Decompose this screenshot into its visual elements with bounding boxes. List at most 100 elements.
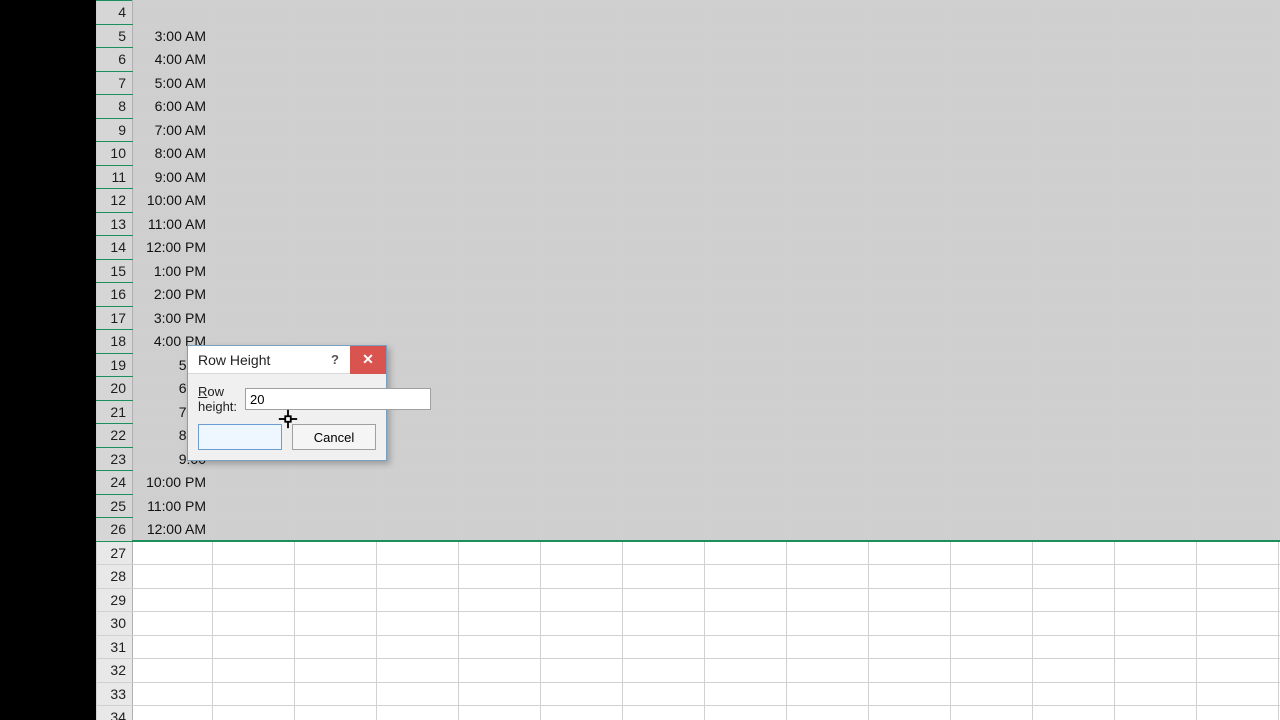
cell[interactable] (705, 95, 787, 119)
row-header[interactable]: 23 (97, 447, 133, 471)
cell[interactable] (377, 142, 459, 166)
cell[interactable] (869, 494, 951, 518)
cell[interactable] (459, 494, 541, 518)
cell[interactable] (951, 236, 1033, 260)
cell[interactable] (1197, 565, 1279, 589)
cell[interactable] (541, 95, 623, 119)
time-cell[interactable] (133, 588, 213, 612)
cell[interactable] (705, 236, 787, 260)
cell[interactable] (1197, 588, 1279, 612)
row-header[interactable]: 29 (97, 588, 133, 612)
row-header[interactable]: 25 (97, 494, 133, 518)
row[interactable]: 1210:00 AM (97, 189, 1280, 213)
cell[interactable] (787, 165, 869, 189)
cell[interactable] (951, 706, 1033, 720)
cell[interactable] (951, 635, 1033, 659)
row[interactable]: 29 (97, 588, 1280, 612)
row[interactable]: 30 (97, 612, 1280, 636)
cell[interactable] (869, 447, 951, 471)
row[interactable]: 2612:00 AM (97, 518, 1280, 542)
cell[interactable] (869, 189, 951, 213)
cell[interactable] (623, 518, 705, 542)
cell[interactable] (623, 71, 705, 95)
cell[interactable] (1197, 48, 1279, 72)
row-header[interactable]: 20 (97, 377, 133, 401)
cell[interactable] (1197, 447, 1279, 471)
cell[interactable] (787, 142, 869, 166)
cell[interactable] (869, 471, 951, 495)
cell[interactable] (213, 612, 295, 636)
cell[interactable] (459, 330, 541, 354)
time-cell[interactable] (133, 1, 213, 25)
cell[interactable] (705, 48, 787, 72)
cell[interactable] (1115, 24, 1197, 48)
cell[interactable] (869, 635, 951, 659)
cell[interactable] (787, 518, 869, 542)
cell[interactable] (869, 236, 951, 260)
time-cell[interactable]: 8:00 AM (133, 142, 213, 166)
cell[interactable] (869, 165, 951, 189)
cell[interactable] (295, 236, 377, 260)
row-header[interactable]: 18 (97, 330, 133, 354)
cell[interactable] (541, 1, 623, 25)
row[interactable]: 75:00 AM (97, 71, 1280, 95)
cell[interactable] (705, 330, 787, 354)
cell[interactable] (295, 306, 377, 330)
cell[interactable] (213, 24, 295, 48)
cell[interactable] (541, 48, 623, 72)
cell[interactable] (951, 189, 1033, 213)
cell[interactable] (787, 471, 869, 495)
time-cell[interactable]: 11:00 PM (133, 494, 213, 518)
cell[interactable] (459, 212, 541, 236)
cell[interactable] (1115, 165, 1197, 189)
cell[interactable] (295, 212, 377, 236)
row-header[interactable]: 15 (97, 259, 133, 283)
cell[interactable] (459, 118, 541, 142)
cell[interactable] (1033, 95, 1115, 119)
row-header[interactable]: 32 (97, 659, 133, 683)
cell[interactable] (1197, 377, 1279, 401)
cell[interactable] (1033, 471, 1115, 495)
cell[interactable] (295, 612, 377, 636)
cell[interactable] (377, 353, 459, 377)
row[interactable]: 64:00 AM (97, 48, 1280, 72)
cell[interactable] (459, 659, 541, 683)
cell[interactable] (623, 236, 705, 260)
cell[interactable] (1115, 635, 1197, 659)
cell[interactable] (951, 377, 1033, 401)
cell[interactable] (1033, 142, 1115, 166)
cell[interactable] (623, 565, 705, 589)
cell[interactable] (295, 471, 377, 495)
cell[interactable] (1033, 189, 1115, 213)
cell[interactable] (213, 165, 295, 189)
cell[interactable] (295, 71, 377, 95)
cell[interactable] (623, 471, 705, 495)
cell[interactable] (541, 236, 623, 260)
cell[interactable] (459, 71, 541, 95)
cell[interactable] (705, 541, 787, 565)
cell[interactable] (1115, 330, 1197, 354)
cell[interactable] (787, 71, 869, 95)
row-header[interactable]: 16 (97, 283, 133, 307)
cell[interactable] (377, 330, 459, 354)
cell[interactable] (623, 541, 705, 565)
cell[interactable] (1197, 212, 1279, 236)
cell[interactable] (459, 588, 541, 612)
cell[interactable] (1115, 400, 1197, 424)
cell[interactable] (869, 259, 951, 283)
cell[interactable] (1033, 706, 1115, 720)
time-cell[interactable] (133, 612, 213, 636)
row[interactable]: 162:00 PM (97, 283, 1280, 307)
cell[interactable] (213, 494, 295, 518)
cell[interactable] (541, 588, 623, 612)
cell[interactable] (705, 682, 787, 706)
cell[interactable] (951, 447, 1033, 471)
cell[interactable] (787, 353, 869, 377)
cell[interactable] (705, 259, 787, 283)
row[interactable]: 119:00 AM (97, 165, 1280, 189)
row-header[interactable]: 5 (97, 24, 133, 48)
row-header[interactable]: 14 (97, 236, 133, 260)
cell[interactable] (1197, 259, 1279, 283)
cell[interactable] (705, 353, 787, 377)
time-cell[interactable]: 3:00 PM (133, 306, 213, 330)
